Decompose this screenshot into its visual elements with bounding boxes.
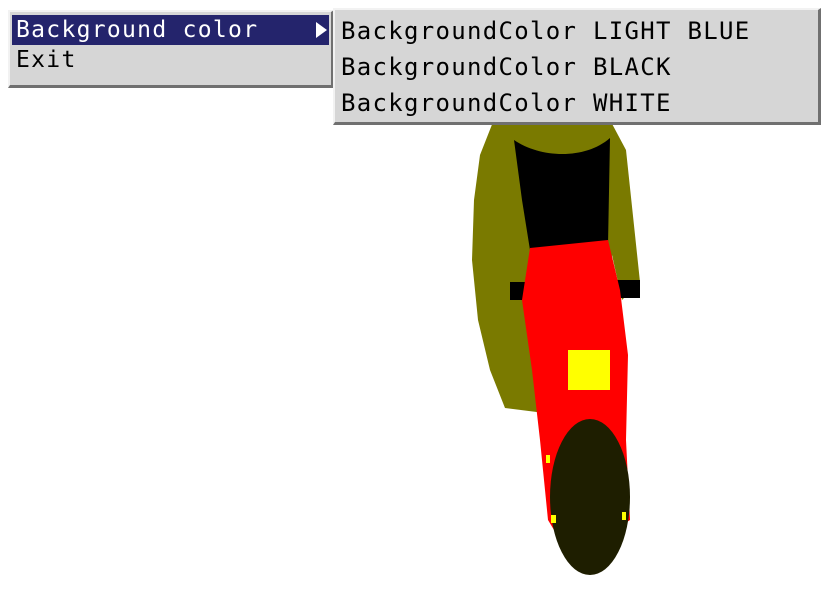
submenu-item-light-blue[interactable]: BackgroundColor LIGHT BLUE <box>337 13 816 49</box>
submenu-item-black[interactable]: BackgroundColor BLACK <box>337 49 816 85</box>
submenu-item-label: BackgroundColor LIGHT BLUE <box>341 17 751 45</box>
reflector-bottom <box>551 515 556 523</box>
rider-torso <box>514 138 610 250</box>
menu-item-background-color[interactable]: Background color <box>12 15 329 45</box>
headlight <box>568 350 610 390</box>
reflector-right <box>622 512 626 520</box>
submenu-item-label: BackgroundColor BLACK <box>341 53 672 81</box>
menu-item-label: Exit <box>16 47 77 73</box>
submenu-item-white[interactable]: BackgroundColor WHITE <box>337 85 816 121</box>
menu-item-label: Background color <box>16 17 259 43</box>
background-color-submenu: BackgroundColor LIGHT BLUE BackgroundCol… <box>333 8 821 125</box>
triangle-right-icon <box>316 22 327 38</box>
front-tire <box>550 419 630 575</box>
popup-menu: Background color Exit <box>8 10 334 88</box>
submenu-item-label: BackgroundColor WHITE <box>341 89 672 117</box>
menu-item-exit[interactable]: Exit <box>12 45 329 75</box>
reflector-left <box>546 455 550 463</box>
